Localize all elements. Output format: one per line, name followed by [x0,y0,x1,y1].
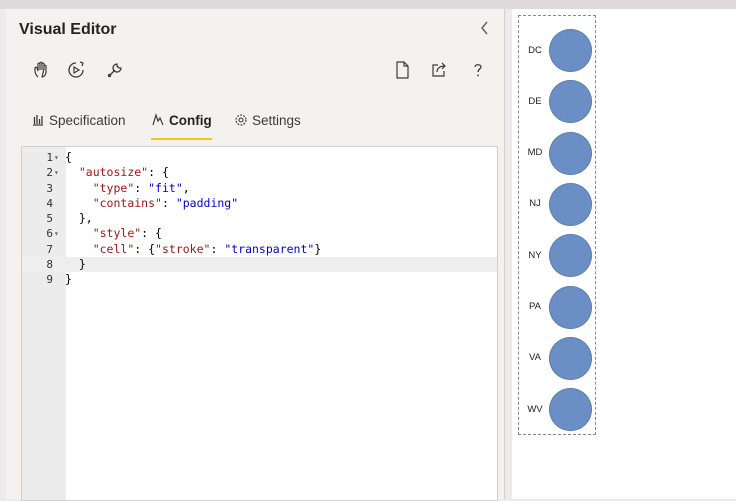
line-number: 8 [46,258,53,272]
line-number: 3 [46,181,53,195]
line-number: 1 [46,151,53,164]
code-editor[interactable]: 1 ▾{2 ▾ "autosize": {3 "type": "fit", 4 "co… [21,146,498,501]
help-icon[interactable] [467,59,489,81]
circle-mark[interactable] [549,336,592,380]
hand-icon[interactable] [30,59,52,81]
tab-settings[interactable]: Settings [234,105,301,135]
code-text: "style": { [92,226,162,241]
line-number: 4 [46,196,53,210]
tab-config[interactable]: Config [151,105,212,140]
code-line[interactable]: 3 "type": "fit", [22,181,497,196]
category-label: NY [528,249,542,261]
code-line[interactable]: 6 ▾ "style": { [22,226,497,241]
code-lines: 1 ▾{2 ▾ "autosize": {3 "type": "fit", 4 "co… [22,150,497,288]
code-text: "contains": "padding" [92,195,239,210]
code-line[interactable]: 4 "contains": "padding" [22,196,497,211]
visual-canvas: DC DE MD NJ NY PA VA WV [512,9,736,499]
share-icon[interactable] [428,59,450,81]
line-number: 7 [46,242,53,256]
code-text: "autosize": { [78,165,169,180]
bar-chart-icon [31,113,45,127]
gear-icon [234,113,248,127]
circle-mark[interactable] [549,388,592,432]
code-text: }, [65,211,93,226]
circle-mark[interactable] [549,131,592,175]
line-number: 2 [46,166,53,180]
code-text: } [65,272,72,287]
tab-specification[interactable]: Specification [31,105,126,135]
panel-title: Visual Editor [19,21,117,38]
category-label: VA [529,352,541,364]
code-text: { [65,150,72,164]
category-label: MD [527,147,543,159]
circle-mark[interactable] [549,182,592,226]
code-text: "cell": {"stroke": "transparent"} [92,241,322,256]
category-label: WV [527,403,543,415]
circle-mark[interactable] [549,234,592,278]
config-icon [151,113,165,127]
run-icon[interactable] [65,59,87,81]
collapse-chevron-icon[interactable] [476,19,494,37]
category-label: NJ [529,198,541,210]
circle-mark[interactable] [549,80,592,124]
code-line[interactable]: 9} [22,272,497,287]
top-strip [0,0,736,9]
category-label: PA [529,301,541,312]
code-line[interactable]: 2 ▾ "autosize": { [22,165,497,180]
code-line[interactable]: 1 ▾{ [22,150,497,165]
fold-arrow-icon[interactable]: ▾ [54,226,63,241]
fold-arrow-icon[interactable]: ▾ [54,165,63,180]
category-label: DE [528,95,542,107]
new-file-icon[interactable] [391,59,413,81]
code-line[interactable]: 5 }, [22,211,497,226]
chart-area[interactable]: DC DE MD NJ NY PA VA WV [518,15,596,435]
line-number: 5 [46,212,53,226]
code-line[interactable]: 7 "cell": {"stroke": "transparent"} [22,242,497,257]
tab-label: Config [169,112,212,128]
circle-mark[interactable] [549,29,592,72]
tab-label: Specification [49,112,126,128]
code-text: "type": "fit", [92,180,190,195]
code-line[interactable]: 8 } [22,257,497,273]
visual-editor-panel: Visual Editor Specification Config Setti… [6,9,505,501]
code-text: } [65,257,86,272]
tab-label: Settings [252,112,301,128]
line-number: 9 [46,273,53,287]
circle-mark[interactable] [549,285,592,329]
wrench-icon[interactable] [104,59,126,81]
fold-arrow-icon[interactable]: ▾ [54,150,63,165]
line-number: 6 [46,227,53,241]
category-label: DC [528,44,542,56]
